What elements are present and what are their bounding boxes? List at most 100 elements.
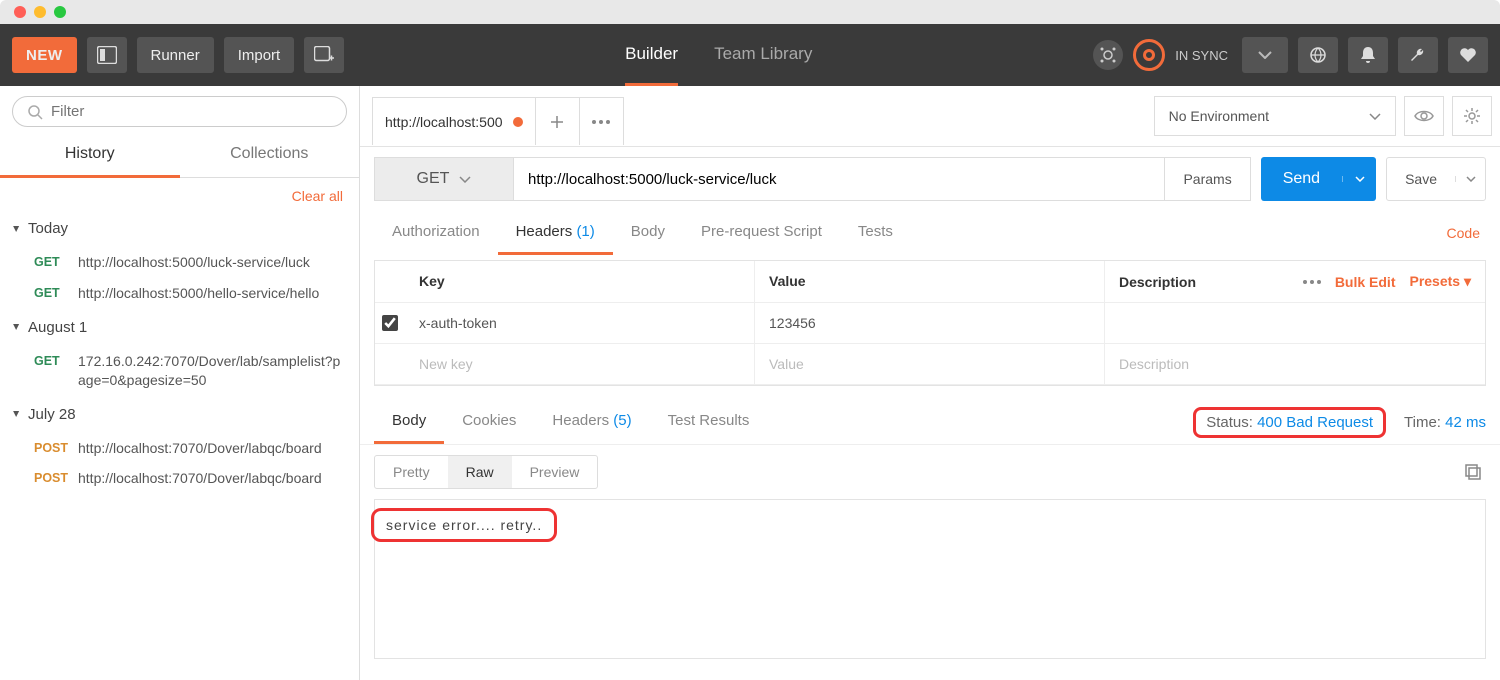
history-item[interactable]: POST http://localhost:7070/Dover/labqc/b… (0, 463, 359, 494)
save-button[interactable]: Save (1386, 157, 1486, 201)
save-dropdown[interactable] (1455, 176, 1485, 182)
resp-tab-tests[interactable]: Test Results (650, 400, 768, 444)
history-list[interactable]: Today GET http://localhost:5000/luck-ser… (0, 210, 359, 680)
response-tabs: Body Cookies Headers (5) Test Results St… (360, 394, 1500, 445)
clear-all-link[interactable]: Clear all (0, 178, 359, 210)
send-button[interactable]: Send (1261, 157, 1376, 201)
tab-options-button[interactable] (580, 97, 624, 145)
sidebar-tab-collections[interactable]: Collections (180, 133, 360, 178)
resp-tab-headers[interactable]: Headers (5) (534, 400, 649, 444)
presets-link[interactable]: Presets ▾ (1409, 273, 1471, 290)
resp-tab-body[interactable]: Body (374, 400, 444, 444)
sidebar-tab-history[interactable]: History (0, 133, 180, 178)
tab-builder[interactable]: Builder (625, 24, 678, 86)
history-item[interactable]: POST http://localhost:7070/Dover/labqc/b… (0, 433, 359, 464)
subtab-authorization[interactable]: Authorization (374, 211, 498, 255)
history-item[interactable]: GET http://localhost:5000/hello-service/… (0, 278, 359, 309)
chevron-down-icon (1355, 176, 1365, 182)
history-group-jul28[interactable]: July 28 (0, 396, 359, 433)
response-body[interactable]: service error.... retry.. (374, 499, 1486, 659)
view-preview[interactable]: Preview (512, 456, 598, 488)
resp-headers-count: (5) (613, 412, 631, 429)
header-value-placeholder[interactable]: Value (755, 344, 1105, 384)
chevron-down-icon (1369, 113, 1381, 120)
environment-selected: No Environment (1169, 108, 1269, 124)
environment-settings-button[interactable] (1452, 96, 1492, 136)
request-tab[interactable]: http://localhost:500 (372, 97, 536, 145)
header-desc-placeholder[interactable]: Description (1105, 344, 1485, 384)
col-value: Value (755, 261, 1105, 302)
window-titlebar (0, 0, 1500, 24)
history-url: http://localhost:7070/Dover/labqc/board (78, 439, 345, 458)
chevron-down-icon (1466, 176, 1476, 182)
subtab-tests[interactable]: Tests (840, 211, 911, 255)
header-row[interactable]: x-auth-token 123456 (375, 303, 1485, 344)
unsaved-dot-icon (513, 117, 523, 127)
view-raw[interactable]: Raw (448, 456, 512, 488)
close-window-icon[interactable] (14, 6, 26, 18)
method-label: GET (417, 170, 450, 188)
tab-team-library[interactable]: Team Library (714, 24, 812, 86)
response-time: Time: 42 ms (1404, 414, 1486, 431)
header-key-placeholder[interactable]: New key (405, 344, 755, 384)
status-label: Status: (1206, 414, 1253, 431)
header-options-button[interactable] (1303, 280, 1321, 284)
header-key[interactable]: x-auth-token (405, 303, 755, 343)
code-link[interactable]: Code (1447, 225, 1486, 241)
new-button[interactable]: NEW (12, 37, 77, 73)
time-value: 42 ms (1445, 414, 1486, 431)
method-select[interactable]: GET (374, 157, 514, 201)
settings-button[interactable] (1398, 37, 1438, 73)
environment-select[interactable]: No Environment (1154, 96, 1396, 136)
copy-response-button[interactable] (1460, 459, 1486, 485)
history-group-today[interactable]: Today (0, 210, 359, 247)
url-input[interactable] (514, 157, 1165, 201)
heart-icon (1459, 47, 1477, 63)
header-value[interactable]: 123456 (755, 303, 1105, 343)
ellipsis-icon (1303, 280, 1321, 284)
add-tab-button[interactable] (536, 97, 580, 145)
col-description: Description (1119, 274, 1289, 290)
header-desc[interactable] (1105, 303, 1485, 343)
interceptor-button[interactable] (1298, 37, 1338, 73)
method-badge: POST (34, 469, 78, 488)
toggle-sidebar-button[interactable] (87, 37, 127, 73)
sync-status-label: IN SYNC (1175, 48, 1228, 63)
runner-button[interactable]: Runner (137, 37, 214, 73)
header-row-checkbox[interactable] (382, 315, 398, 331)
account-dropdown-button[interactable] (1242, 37, 1288, 73)
heart-button[interactable] (1448, 37, 1488, 73)
sync-status-icon[interactable] (1133, 39, 1165, 71)
filter-input-wrap[interactable] (12, 96, 347, 127)
subtab-body[interactable]: Body (613, 211, 683, 255)
send-dropdown[interactable] (1342, 176, 1376, 182)
gear-icon (1463, 107, 1481, 125)
import-button[interactable]: Import (224, 37, 295, 73)
response-status: Status: 400 Bad Request (1193, 407, 1386, 438)
headers-table-head: Key Value Description Bulk Edit Presets … (375, 261, 1485, 303)
new-window-button[interactable] (304, 37, 344, 73)
response-body-text: service error.... retry.. (371, 508, 557, 542)
status-value: 400 Bad Request (1257, 414, 1373, 431)
resp-tab-cookies[interactable]: Cookies (444, 400, 534, 444)
history-group-aug1[interactable]: August 1 (0, 309, 359, 346)
bulk-edit-link[interactable]: Bulk Edit (1335, 274, 1396, 290)
maximize-window-icon[interactable] (54, 6, 66, 18)
minimize-window-icon[interactable] (34, 6, 46, 18)
history-item[interactable]: GET http://localhost:5000/luck-service/l… (0, 247, 359, 278)
save-label: Save (1387, 158, 1455, 200)
subtab-headers-label: Headers (516, 223, 573, 240)
app-header: NEW Runner Import Builder Team Library I… (0, 24, 1500, 86)
environment-preview-button[interactable] (1404, 96, 1444, 136)
header-row-placeholder[interactable]: New key Value Description (375, 344, 1485, 385)
view-pretty[interactable]: Pretty (375, 456, 448, 488)
notifications-button[interactable] (1348, 37, 1388, 73)
sync-activity-icon[interactable] (1093, 40, 1123, 70)
history-item[interactable]: GET 172.16.0.242:7070/Dover/lab/sampleli… (0, 346, 359, 396)
filter-input[interactable] (51, 103, 332, 120)
subtab-prerequest[interactable]: Pre-request Script (683, 211, 840, 255)
params-button[interactable]: Params (1165, 157, 1250, 201)
history-url: http://localhost:7070/Dover/labqc/board (78, 469, 345, 488)
subtab-headers[interactable]: Headers (1) (498, 211, 613, 255)
main-area: History Collections Clear all Today GET … (0, 86, 1500, 680)
